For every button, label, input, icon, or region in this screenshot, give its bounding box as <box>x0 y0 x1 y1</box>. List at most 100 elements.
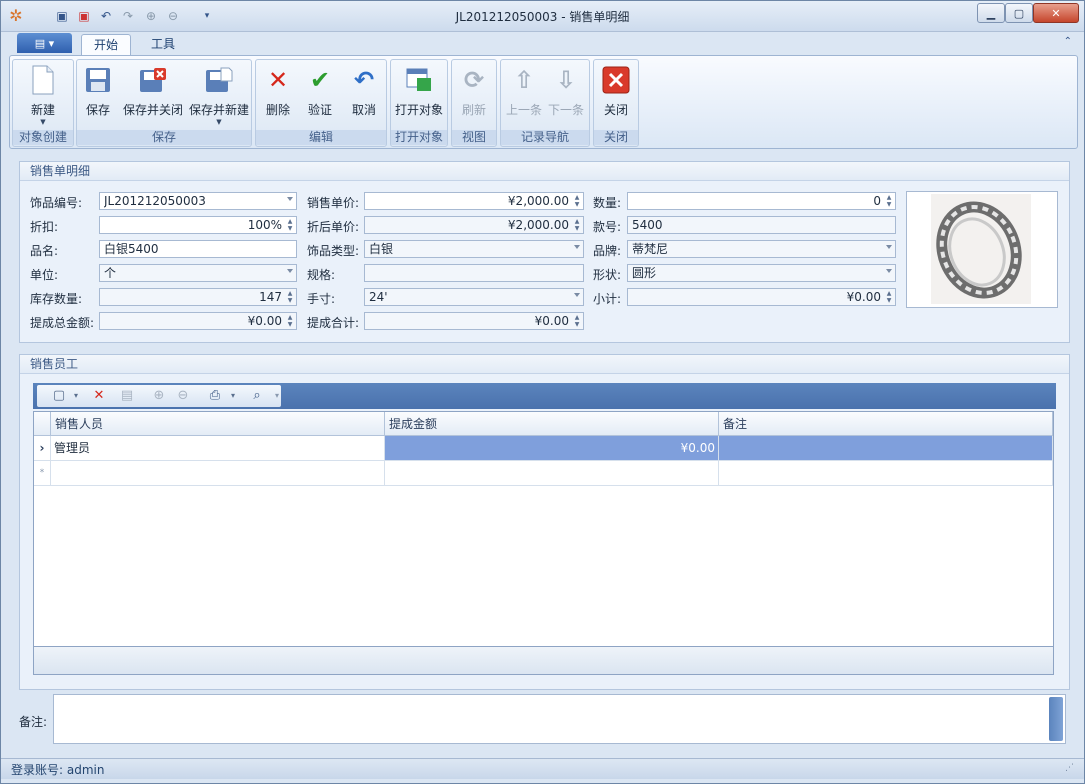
save-button[interactable]: 保存 <box>83 64 113 128</box>
discounted-price-field[interactable]: ¥2,000.00 ▲ ▼ <box>364 216 584 234</box>
commission-total-field[interactable]: ¥0.00 ▲ ▼ <box>99 312 297 330</box>
title-bar: ✲ ▣ ▣ ↶ ↷ ⊕ ⊖ ▾ JL201212050003 - 销售单明细 ▁… <box>1 1 1084 32</box>
next-record-button[interactable]: ⇩ 下一条 <box>547 64 585 128</box>
unit-dropdown-icon[interactable] <box>287 269 293 273</box>
product-image[interactable] <box>906 191 1058 308</box>
cell-salesperson[interactable]: 管理员 <box>51 436 385 461</box>
product-name-label: 品名: <box>30 244 59 258</box>
discounted-price-spinner-icon[interactable]: ▲ ▼ <box>572 218 582 232</box>
save-new-button[interactable]: 保存并新建 ▼ <box>189 64 249 128</box>
tab-start[interactable]: 开始 <box>81 34 132 56</box>
grid-edit-icon[interactable]: ▤ <box>119 389 135 403</box>
close-button[interactable]: 关闭 <box>600 64 632 128</box>
commission-total-spinner-icon[interactable]: ▲ ▼ <box>285 314 295 328</box>
grid-new-dropdown-icon[interactable]: ▾ <box>68 389 84 403</box>
stock-qty-spinner-icon[interactable]: ▲ ▼ <box>285 290 295 304</box>
spec-field[interactable] <box>364 264 584 282</box>
group-label-object-create: 对象创建 <box>13 130 73 145</box>
group-label-save: 保存 <box>77 130 251 145</box>
item-type-field[interactable]: 白银 <box>364 240 584 258</box>
memo-label: 备注: <box>19 715 48 729</box>
save-close-button[interactable]: 保存并关闭 <box>121 64 185 128</box>
unit-price-spinner-icon[interactable]: ▲ ▼ <box>572 194 582 208</box>
maximize-button[interactable]: ▢ <box>1005 3 1033 23</box>
row-indicator-icon[interactable]: › <box>34 436 51 461</box>
stock-qty-label: 库存数量: <box>30 292 83 306</box>
shape-label: 形状: <box>593 268 622 282</box>
app-menu-button[interactable]: ▤ ▾ <box>17 33 72 53</box>
grid-search-icon[interactable]: ⌕ <box>249 389 265 403</box>
save-close-icon <box>137 64 169 96</box>
new-row-indicator-icon[interactable]: * <box>34 461 51 486</box>
subtotal-field[interactable]: ¥0.00 ▲ ▼ <box>627 288 896 306</box>
memo-textarea[interactable] <box>53 694 1066 744</box>
close-window-button[interactable]: ✕ <box>1033 3 1079 23</box>
new-dropdown-icon[interactable]: ▼ <box>40 118 45 126</box>
grid-print-dropdown-icon[interactable]: ▾ <box>225 389 241 403</box>
quantity-field[interactable]: 0 ▲ ▼ <box>627 192 896 210</box>
column-header-salesperson[interactable]: 销售人员 <box>51 412 385 436</box>
save-close-label: 保存并关闭 <box>122 103 183 117</box>
discount-spinner-icon[interactable]: ▲ ▼ <box>285 218 295 232</box>
save-new-dropdown-icon[interactable]: ▼ <box>216 118 221 126</box>
grid-corner-cell <box>34 412 51 436</box>
brand-field[interactable]: 蒂梵尼 <box>627 240 896 258</box>
shape-dropdown-icon[interactable] <box>886 269 892 273</box>
item-code-field[interactable]: JL201212050003 <box>99 192 297 210</box>
delete-button[interactable]: ✕ 删除 <box>262 64 294 128</box>
open-object-button[interactable]: 打开对象 <box>393 64 445 128</box>
column-header-commission[interactable]: 提成金额 <box>385 412 719 436</box>
grid-new-icon[interactable]: ▢ <box>51 389 67 403</box>
new-row-commission-cell[interactable] <box>385 461 719 486</box>
hand-size-dropdown-icon[interactable] <box>574 293 580 297</box>
new-row-salesperson-cell[interactable] <box>51 461 385 486</box>
app-menu-icon: ▤ ▾ <box>34 36 55 50</box>
cancel-button[interactable]: ↶ 取消 <box>348 64 380 128</box>
refresh-button[interactable]: ⟳ 刷新 <box>458 64 490 128</box>
brand-label: 品牌: <box>593 244 622 258</box>
subtotal-spinner-icon[interactable]: ▲ ▼ <box>884 290 894 304</box>
minimize-button[interactable]: ▁ <box>977 3 1005 23</box>
grid-up-icon[interactable]: ⊕ <box>151 389 167 403</box>
hand-size-field[interactable]: 24' <box>364 288 584 306</box>
memo-scrollbar[interactable] <box>1049 697 1063 741</box>
group-edit: ✕ 删除 ✔ 验证 ↶ 取消 编辑 <box>255 59 387 147</box>
group-object-create: 新建 ▼ 对象创建 <box>12 59 74 147</box>
group-label-edit: 编辑 <box>256 130 386 145</box>
cell-commission[interactable]: ¥0.00 <box>385 436 719 461</box>
undo-icon: ↶ <box>353 66 375 94</box>
app-window: ✲ ▣ ▣ ↶ ↷ ⊕ ⊖ ▾ JL201212050003 - 销售单明细 ▁… <box>0 0 1085 784</box>
group-open-object: 打开对象 打开对象 <box>390 59 448 147</box>
ribbon-collapse-icon[interactable]: ⌃ <box>1064 36 1072 47</box>
unit-field[interactable]: 个 <box>99 264 297 282</box>
discount-field[interactable]: 100% ▲ ▼ <box>99 216 297 234</box>
validate-button[interactable]: ✔ 验证 <box>304 64 336 128</box>
grid-down-icon[interactable]: ⊖ <box>175 389 191 403</box>
prev-record-button[interactable]: ⇧ 上一条 <box>505 64 543 128</box>
stock-qty-field[interactable]: 147 ▲ ▼ <box>99 288 297 306</box>
brand-dropdown-icon[interactable] <box>886 245 892 249</box>
item-type-label: 饰品类型: <box>307 244 360 258</box>
item-type-dropdown-icon[interactable] <box>574 245 580 249</box>
item-code-dropdown-icon[interactable] <box>287 197 293 201</box>
commission-sum-spinner-icon[interactable]: ▲ ▼ <box>572 314 582 328</box>
close-red-icon <box>600 64 632 96</box>
commission-sum-field[interactable]: ¥0.00 ▲ ▼ <box>364 312 584 330</box>
tab-tools[interactable]: 工具 <box>139 34 187 55</box>
resize-grip-icon[interactable]: ⋰ <box>1065 763 1074 773</box>
product-name-field[interactable]: 白银5400 <box>99 240 297 258</box>
shape-field[interactable]: 圆形 <box>627 264 896 282</box>
new-button[interactable]: 新建 ▼ <box>21 64 65 128</box>
item-code-label: 饰品编号: <box>30 196 83 210</box>
new-label: 新建 <box>30 103 55 117</box>
grid-search-dropdown-icon[interactable]: ▾ <box>269 389 285 403</box>
grid-print-icon[interactable]: ⎙ <box>207 389 223 403</box>
status-login: 登录账号: admin <box>11 763 105 777</box>
quantity-spinner-icon[interactable]: ▲ ▼ <box>884 194 894 208</box>
grid-delete-icon[interactable]: ✕ <box>91 389 107 403</box>
column-header-note[interactable]: 备注 <box>719 412 1053 436</box>
cell-note[interactable] <box>719 436 1053 461</box>
unit-price-field[interactable]: ¥2,000.00 ▲ ▼ <box>364 192 584 210</box>
style-no-field[interactable]: 5400 <box>627 216 896 234</box>
new-row-note-cell[interactable] <box>719 461 1053 486</box>
